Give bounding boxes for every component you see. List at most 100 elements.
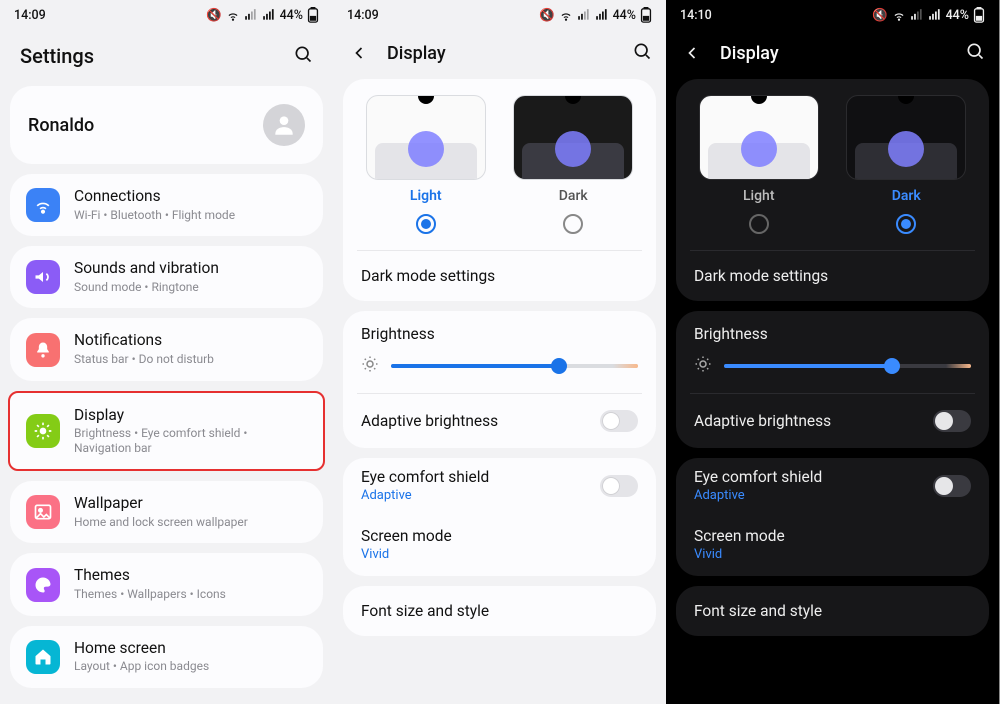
wifi-icon: [559, 8, 573, 22]
misc-card: Eye comfort shield Adaptive Screen mode …: [676, 458, 989, 576]
item-title: Themes: [74, 567, 307, 585]
theme-option-dark[interactable]: Dark: [838, 95, 976, 242]
theme-label-light: Light: [410, 188, 442, 204]
dark-mode-settings-label: Dark mode settings: [361, 267, 495, 285]
page-title: Display: [720, 43, 949, 64]
item-sub: Layout • App icon badges: [74, 659, 307, 673]
font-size-label: Font size and style: [361, 602, 489, 620]
header: Display: [333, 30, 666, 79]
font-size-row[interactable]: Font size and style: [343, 586, 656, 636]
status-bar: 14:10 🔇 44%: [666, 0, 999, 30]
header: Settings: [0, 30, 333, 86]
item-title: Connections: [74, 188, 307, 206]
adaptive-brightness-row[interactable]: Adaptive brightness: [676, 394, 989, 448]
search-button[interactable]: [293, 44, 313, 68]
radio-dark[interactable]: [896, 214, 916, 234]
theme-card: Light Dark Dark mode settings: [676, 79, 989, 301]
item-sub: Home and lock screen wallpaper: [74, 515, 307, 529]
brightness-slider[interactable]: [724, 364, 971, 368]
status-time: 14:09: [347, 8, 379, 23]
phone-settings-light: 14:09 🔇 44% Settings Ronaldo: [0, 0, 333, 704]
battery-pct: 44%: [946, 8, 969, 23]
palette-icon: [26, 568, 60, 602]
item-title: Wallpaper: [74, 495, 307, 513]
item-sub: Sound mode • Ringtone: [74, 280, 307, 294]
screen-mode-row[interactable]: Screen mode Vivid: [676, 517, 989, 576]
signal-icon: [910, 8, 924, 22]
status-time: 14:10: [680, 8, 712, 23]
theme-option-light[interactable]: Light: [357, 95, 495, 242]
avatar: [263, 104, 305, 146]
screen-mode-sub: Vivid: [694, 547, 971, 562]
radio-dark[interactable]: [563, 214, 583, 234]
misc-card: Eye comfort shield Adaptive Screen mode …: [343, 458, 656, 576]
adaptive-brightness-row[interactable]: Adaptive brightness: [343, 394, 656, 448]
font-size-row[interactable]: Font size and style: [676, 586, 989, 636]
brightness-card: Brightness Adaptive brightness: [343, 311, 656, 448]
adaptive-brightness-label: Adaptive brightness: [694, 412, 831, 430]
eye-comfort-label: Eye comfort shield: [694, 468, 921, 486]
settings-item-connections[interactable]: Connections Wi-Fi • Bluetooth • Flight m…: [10, 174, 323, 236]
status-time: 14:09: [14, 8, 46, 23]
radio-light[interactable]: [749, 214, 769, 234]
eye-comfort-row[interactable]: Eye comfort shield Adaptive: [676, 458, 989, 517]
theme-label-dark: Dark: [892, 188, 921, 204]
brightness-slider-row: [343, 349, 656, 393]
theme-option-light[interactable]: Light: [690, 95, 828, 242]
theme-card: Light Dark Dark mode settings: [343, 79, 656, 301]
battery-pct: 44%: [613, 8, 636, 23]
settings-item-themes[interactable]: Themes Themes • Wallpapers • Icons: [10, 553, 323, 615]
adaptive-brightness-toggle[interactable]: [600, 410, 638, 432]
eye-comfort-toggle[interactable]: [933, 475, 971, 497]
item-title: Display: [74, 407, 307, 425]
wifi-icon: [892, 8, 906, 22]
signal-icon-2: [928, 8, 942, 22]
settings-item-home-screen[interactable]: Home screen Layout • App icon badges: [10, 626, 323, 688]
theme-chooser: Light Dark: [676, 79, 989, 250]
screen-mode-label: Screen mode: [694, 527, 971, 545]
dark-mode-settings-row[interactable]: Dark mode settings: [343, 251, 656, 301]
mute-icon: 🔇: [872, 8, 888, 23]
theme-preview-dark: [513, 95, 633, 180]
battery-icon: [640, 7, 652, 23]
item-title: Home screen: [74, 640, 307, 658]
radio-light[interactable]: [416, 214, 436, 234]
theme-chooser: Light Dark: [343, 79, 656, 250]
item-sub: Themes • Wallpapers • Icons: [74, 587, 307, 601]
search-button[interactable]: [965, 41, 985, 65]
image-icon: [26, 495, 60, 529]
settings-item-wallpaper[interactable]: Wallpaper Home and lock screen wallpaper: [10, 481, 323, 543]
dark-mode-settings-row[interactable]: Dark mode settings: [676, 251, 989, 301]
signal-icon: [577, 8, 591, 22]
eye-comfort-row[interactable]: Eye comfort shield Adaptive: [343, 458, 656, 517]
font-card: Font size and style: [343, 586, 656, 636]
font-card: Font size and style: [676, 586, 989, 636]
search-button[interactable]: [632, 41, 652, 65]
brightness-slider[interactable]: [391, 364, 638, 368]
eye-comfort-sub: Adaptive: [361, 488, 588, 503]
dark-mode-settings-label: Dark mode settings: [694, 267, 828, 285]
mute-icon: 🔇: [539, 8, 555, 23]
screen-mode-row[interactable]: Screen mode Vivid: [343, 517, 656, 576]
settings-item-display[interactable]: Display Brightness • Eye comfort shield …: [8, 391, 325, 472]
phone-display-light: 14:09 🔇 44% Display: [333, 0, 666, 704]
settings-item-sounds[interactable]: Sounds and vibration Sound mode • Ringto…: [10, 246, 323, 308]
item-sub: Wi-Fi • Bluetooth • Flight mode: [74, 208, 307, 222]
theme-option-dark[interactable]: Dark: [505, 95, 643, 242]
theme-preview-light: [699, 95, 819, 180]
page-title: Settings: [20, 44, 94, 68]
settings-list: Ronaldo Connections Wi-Fi • Bluetooth • …: [0, 86, 333, 688]
brightness-title: Brightness: [676, 311, 989, 349]
profile-card[interactable]: Ronaldo: [10, 86, 323, 164]
back-button[interactable]: [347, 41, 371, 65]
status-right: 🔇 44%: [206, 7, 319, 23]
adaptive-brightness-toggle[interactable]: [933, 410, 971, 432]
item-sub: Status bar • Do not disturb: [74, 352, 307, 366]
settings-item-notifications[interactable]: Notifications Status bar • Do not distur…: [10, 318, 323, 380]
battery-icon: [307, 7, 319, 23]
wifi-icon: [26, 188, 60, 222]
status-bar: 14:09 🔇 44%: [0, 0, 333, 30]
brightness-slider-row: [676, 349, 989, 393]
eye-comfort-toggle[interactable]: [600, 475, 638, 497]
back-button[interactable]: [680, 41, 704, 65]
